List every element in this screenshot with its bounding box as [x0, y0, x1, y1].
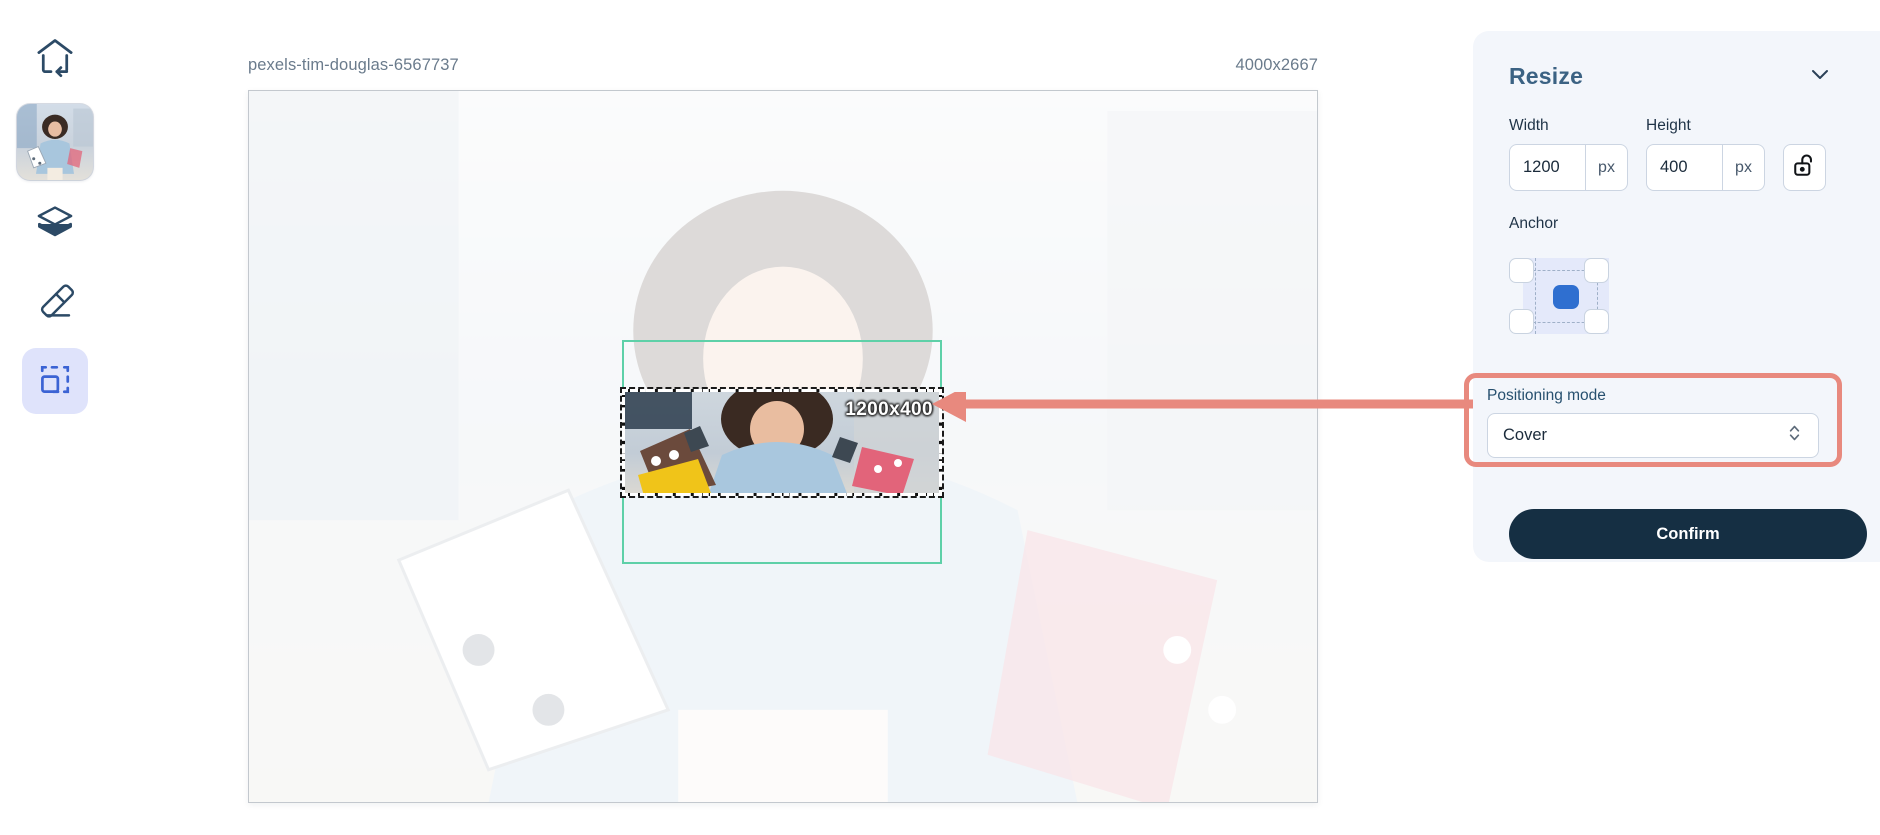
height-input-group[interactable]: px [1646, 144, 1765, 191]
anchor-handle-bottom-left[interactable] [1509, 309, 1534, 334]
sidebar-item-layers[interactable] [22, 192, 88, 258]
crop-preview[interactable]: 1200x400 [620, 387, 944, 498]
positioning-mode-value: Cover [1503, 426, 1548, 444]
anchor-label: Anchor [1509, 215, 1559, 232]
sidebar-item-resize[interactable] [22, 348, 88, 414]
width-input[interactable] [1510, 145, 1585, 190]
positioning-mode-highlight: Positioning mode Cover [1464, 373, 1842, 467]
left-toolbar [0, 0, 110, 835]
panel-collapse-button[interactable] [1804, 58, 1836, 95]
sidebar-item-home[interactable] [22, 26, 88, 92]
panel-title: Resize [1509, 63, 1584, 89]
image-canvas[interactable]: 1200x400 [248, 90, 1318, 803]
width-unit: px [1585, 145, 1627, 190]
positioning-mode-select[interactable]: Cover [1487, 413, 1819, 458]
width-field-group: Width px [1509, 117, 1628, 191]
confirm-button[interactable]: Confirm [1509, 509, 1867, 559]
height-unit: px [1722, 145, 1764, 190]
chevron-up-down-icon [1787, 423, 1802, 448]
height-input[interactable] [1647, 145, 1722, 190]
image-filename: pexels-tim-douglas-6567737 [248, 55, 459, 74]
layers-icon [34, 202, 76, 249]
width-input-group[interactable]: px [1509, 144, 1628, 191]
anchor-handle-top-left[interactable] [1509, 258, 1534, 283]
canvas-header: pexels-tim-douglas-6567737 4000x2667 [248, 53, 1318, 77]
size-fields: Width px Height px [1473, 117, 1880, 191]
resize-panel: Resize Width px Height [1464, 31, 1880, 562]
image-editor-app: pexels-tim-douglas-6567737 4000x2667 120… [0, 0, 1880, 835]
height-label: Height [1646, 117, 1691, 134]
anchor-selector[interactable] [1509, 247, 1623, 345]
width-label: Width [1509, 117, 1549, 134]
sidebar-item-eraser[interactable] [22, 270, 88, 336]
positioning-mode-label: Positioning mode [1487, 387, 1606, 404]
home-arrow-left-icon [33, 35, 77, 84]
height-field-group: Height px [1646, 117, 1765, 191]
chevron-down-icon [1808, 62, 1832, 91]
anchor-dash-left [1535, 258, 1536, 334]
panel-header: Resize [1473, 31, 1880, 95]
unlock-padlock-icon [1792, 152, 1818, 183]
sidebar-item-image-thumbnail[interactable] [17, 104, 93, 180]
image-dimensions: 4000x2667 [1235, 55, 1318, 74]
anchor-handle-center[interactable] [1553, 285, 1579, 309]
anchor-handle-bottom-right[interactable] [1584, 309, 1609, 334]
anchor-handle-top-right[interactable] [1584, 258, 1609, 283]
resize-crop-icon [37, 361, 73, 402]
preview-dimension-label: 1200x400 [845, 399, 933, 420]
image-thumbnail [17, 104, 93, 180]
eraser-icon [34, 280, 76, 327]
aspect-ratio-lock-button[interactable] [1783, 144, 1826, 191]
